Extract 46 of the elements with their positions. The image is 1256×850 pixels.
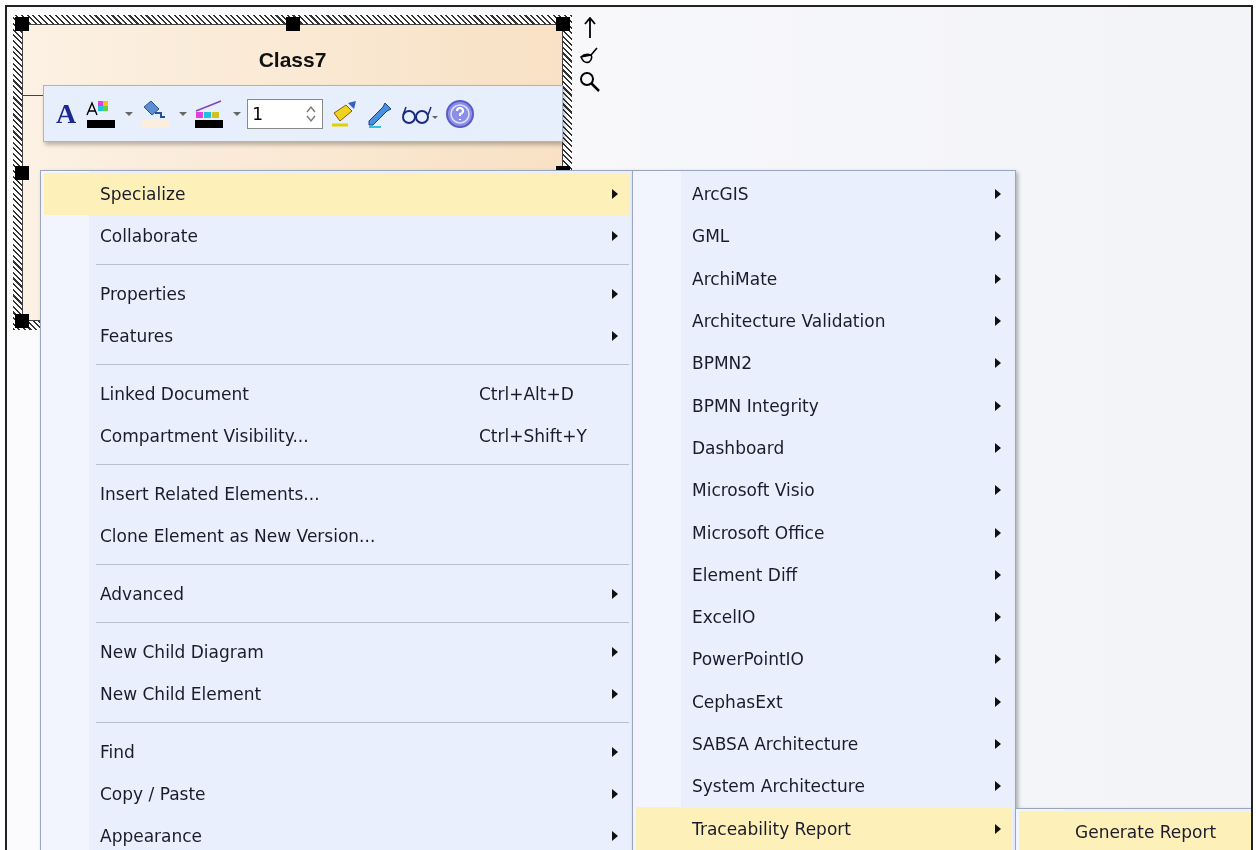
search-icon[interactable] <box>579 71 601 93</box>
menu-item[interactable]: CephasExt <box>636 680 1012 723</box>
menu-item[interactable]: Dashboard <box>636 426 1012 470</box>
menu-item[interactable]: Microsoft Office <box>636 511 1012 554</box>
menu-item[interactable]: Element Diff <box>636 553 1012 596</box>
menu-item[interactable]: SABSA Architecture <box>636 722 1012 766</box>
brush-icon[interactable] <box>579 45 601 65</box>
menu-item[interactable]: Properties <box>44 273 629 315</box>
menu-item[interactable]: Clone Element as New Version... <box>44 515 629 557</box>
menu-item[interactable]: Compartment Visibility... Ctrl+Shift+Y <box>44 415 629 457</box>
menu-item[interactable]: BPMN Integrity <box>636 384 1012 427</box>
caret-icon[interactable] <box>232 109 243 118</box>
menu-item[interactable]: New Child Diagram <box>44 631 629 673</box>
menu-item[interactable]: Architecture Validation <box>636 299 1012 343</box>
menu-item[interactable]: Specialize <box>44 173 629 215</box>
resize-handle[interactable] <box>285 17 300 31</box>
menu-item[interactable]: GML <box>636 215 1012 258</box>
menu-item[interactable]: Linked Document Ctrl+Alt+D <box>44 373 629 415</box>
menu-item[interactable]: Advanced <box>44 573 629 615</box>
menu-item[interactable]: New Child Element <box>44 673 629 715</box>
menu-item[interactable]: Generate Report <box>1019 811 1251 850</box>
resize-handle[interactable] <box>556 17 570 31</box>
arrow-up-icon[interactable] <box>582 17 598 39</box>
menu-item[interactable]: Traceability Report <box>636 807 1012 850</box>
menu-item[interactable]: Collaborate <box>44 215 629 257</box>
caret-icon[interactable] <box>124 109 135 118</box>
menu-item[interactable]: Find <box>44 731 629 773</box>
menu-item[interactable]: Features <box>44 315 629 357</box>
menu-item[interactable]: BPMN2 <box>636 342 1012 385</box>
resize-handle[interactable] <box>15 165 29 180</box>
class-name: Class7 <box>258 48 327 72</box>
menu-item[interactable]: ArchiMate <box>636 257 1012 300</box>
resize-handle[interactable] <box>15 17 29 31</box>
caret-icon[interactable] <box>178 109 189 118</box>
menu-item[interactable]: Insert Related Elements... <box>44 473 629 515</box>
menu-item[interactable]: Appearance <box>44 815 629 850</box>
help-icon[interactable] <box>445 98 476 129</box>
resize-handle[interactable] <box>15 314 29 328</box>
menu-item[interactable]: System Architecture <box>636 765 1012 808</box>
menu-item[interactable]: PowerPointIO <box>636 638 1012 681</box>
menu-item[interactable]: Microsoft Visio <box>636 469 1012 512</box>
menu-item[interactable]: ArcGIS <box>636 173 1012 216</box>
menu-item[interactable]: Copy / Paste <box>44 773 629 815</box>
line-width-spinner[interactable]: 1 <box>247 98 324 129</box>
font-icon[interactable]: A <box>52 97 81 130</box>
menu-item[interactable]: ExcelIO <box>636 595 1012 639</box>
